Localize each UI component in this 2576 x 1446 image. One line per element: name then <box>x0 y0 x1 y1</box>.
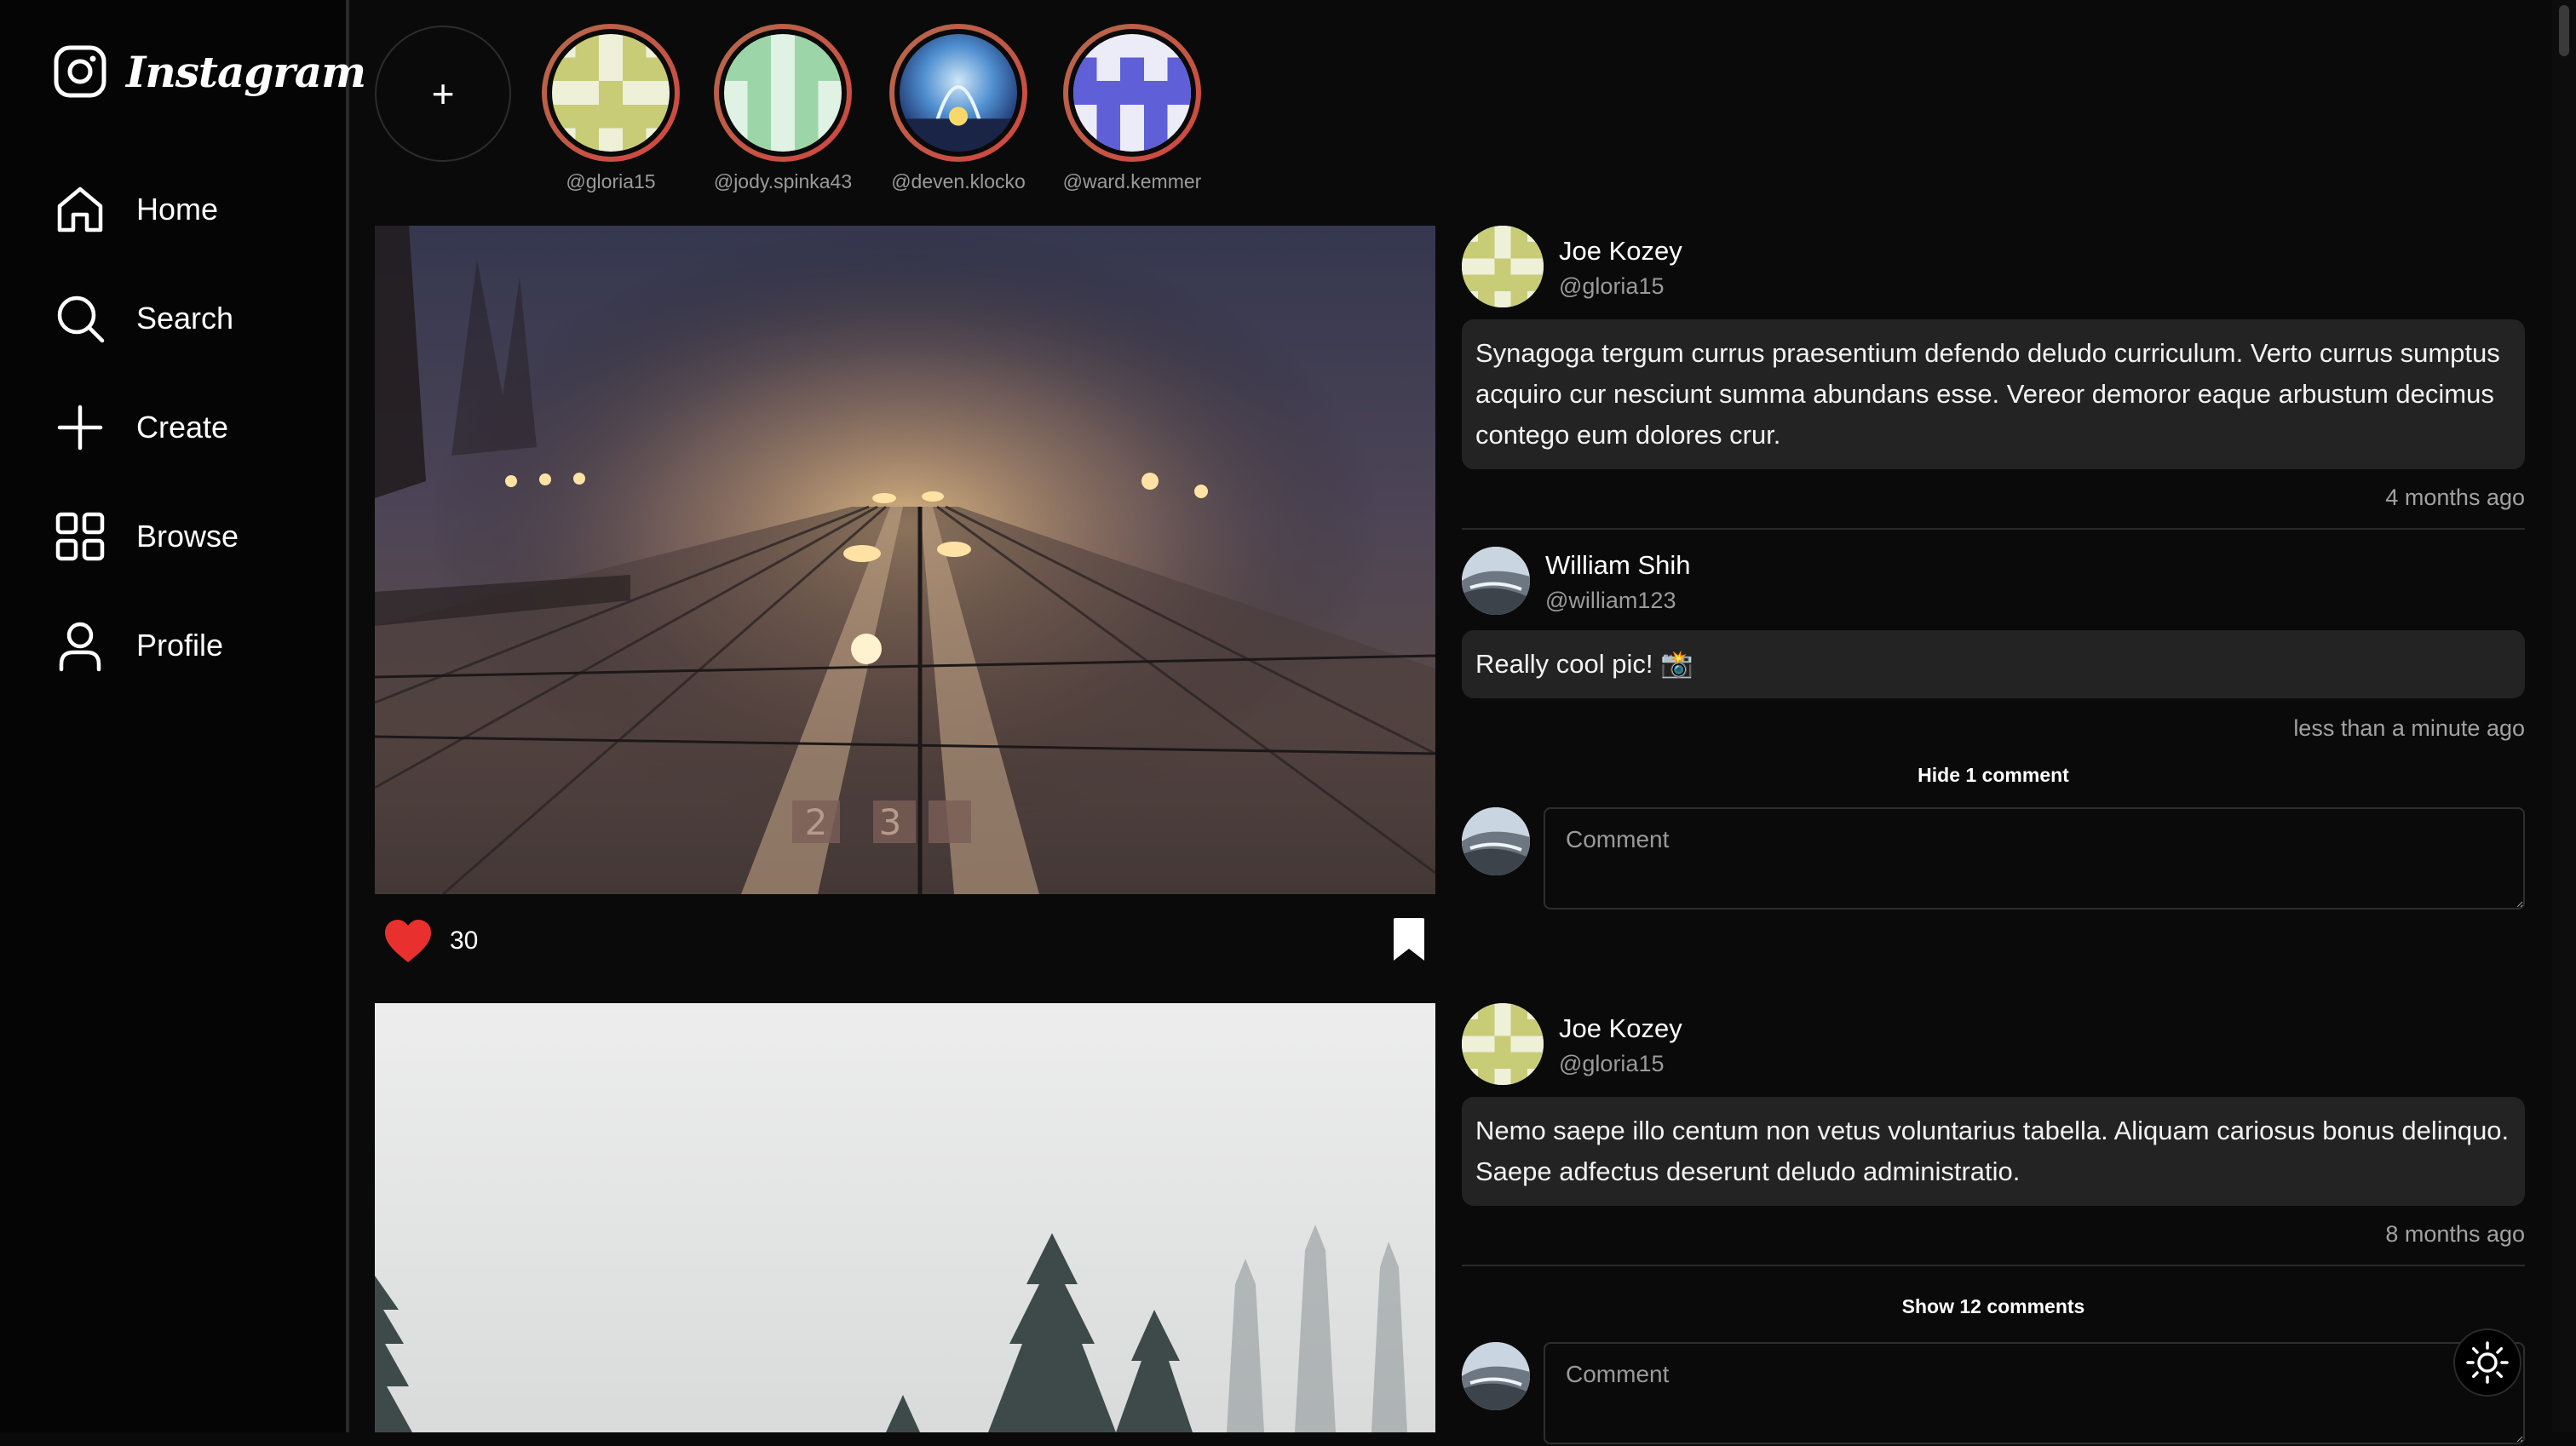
comment-input[interactable] <box>1544 807 2525 909</box>
sidebar-item-browse[interactable]: Browse <box>53 482 239 591</box>
toggle-comments-button[interactable]: Hide 1 comment <box>1462 764 2525 787</box>
instagram-glyph-icon <box>54 45 106 98</box>
post-photo[interactable]: 2 3 <box>375 226 1435 894</box>
story-ring <box>1063 24 1201 162</box>
sidebar: Instagram Home Search Create Browse Prof… <box>0 0 366 1432</box>
author-handle: @william123 <box>1545 588 1676 613</box>
story-ring <box>542 24 680 162</box>
sidebar-item-label: Browse <box>136 519 239 554</box>
sidebar-item-label: Profile <box>136 628 224 663</box>
instagram-logo[interactable]: Instagram <box>53 44 366 99</box>
post-timestamp: 4 months ago <box>2385 485 2525 510</box>
sun-icon <box>2466 1341 2509 1384</box>
divider <box>1462 1265 2525 1266</box>
comment-text: Really cool pic! 📸 <box>1462 630 2525 698</box>
svg-text:3: 3 <box>879 801 902 843</box>
comment-composer <box>1462 1342 2525 1446</box>
author-handle: @gloria15 <box>1559 273 1665 299</box>
story-item[interactable]: @deven.klocko <box>869 24 1048 193</box>
add-story-label: + <box>431 72 455 116</box>
post-comments-panel: Joe Kozey @gloria15 Synagoga tergum curr… <box>1462 226 2525 911</box>
author-name: Joe Kozey <box>1559 1013 1682 1043</box>
story-avatar <box>900 34 1017 152</box>
post-photo[interactable] <box>375 1003 1435 1432</box>
post-author[interactable]: Joe Kozey @gloria15 <box>1462 226 2525 311</box>
sidebar-nav: Home Search Create Browse Profile <box>53 155 239 700</box>
svg-text:2: 2 <box>805 801 828 843</box>
user-icon <box>59 622 101 672</box>
logo-text: Instagram <box>126 46 366 97</box>
author-name: Joe Kozey <box>1559 236 1682 266</box>
avatar <box>1462 807 1530 875</box>
sidebar-item-search[interactable]: Search <box>53 264 239 373</box>
author-name: William Shih <box>1545 550 1691 580</box>
avatar <box>1462 1003 1544 1085</box>
story-handle: @deven.klocko <box>891 170 1026 192</box>
sidebar-item-label: Create <box>136 410 229 445</box>
avatar <box>1462 1342 1530 1410</box>
post-caption: Nemo saepe illo centum non vetus volunta… <box>1462 1097 2525 1206</box>
scrollbar-thumb[interactable] <box>2559 5 2569 56</box>
add-story-button[interactable]: + <box>375 26 511 162</box>
story-item[interactable]: @ward.kemmer <box>1043 24 1222 193</box>
sidebar-item-label: Search <box>136 301 234 336</box>
story-avatar <box>552 34 670 152</box>
comment-timestamp: less than a minute ago <box>2293 715 2525 741</box>
story-handle: @gloria15 <box>566 170 656 192</box>
story-handle: @ward.kemmer <box>1062 170 1202 192</box>
theme-toggle-button[interactable] <box>2453 1328 2521 1397</box>
author-handle: @gloria15 <box>1559 1051 1665 1076</box>
avatar <box>1462 547 1530 615</box>
page-scrollbar[interactable] <box>2552 0 2576 1432</box>
divider <box>1462 528 2525 530</box>
comment-input[interactable] <box>1544 1342 2525 1444</box>
story-item[interactable]: @gloria15 <box>521 24 700 193</box>
post-author[interactable]: Joe Kozey @gloria15 <box>1462 1003 2525 1088</box>
sidebar-item-create[interactable]: Create <box>53 373 239 482</box>
comment-composer <box>1462 807 2525 911</box>
story-item[interactable]: @jody.spinka43 <box>693 24 872 193</box>
plus-icon <box>57 405 103 450</box>
avatar <box>1462 226 1544 307</box>
grid-icon <box>55 512 105 561</box>
post-caption: Synagoga tergum currus praesentium defen… <box>1462 319 2525 469</box>
sidebar-item-home[interactable]: Home <box>53 155 239 264</box>
home-icon <box>57 186 103 232</box>
story-ring <box>714 24 852 162</box>
sidebar-item-label: Home <box>136 192 219 227</box>
story-ring <box>889 24 1027 162</box>
search-icon <box>57 296 105 343</box>
like-count: 30 <box>450 927 479 955</box>
post-timestamp: 8 months ago <box>2385 1221 2525 1247</box>
toggle-comments-button[interactable]: Show 12 comments <box>1462 1295 2525 1318</box>
story-handle: @jody.spinka43 <box>713 170 853 192</box>
comment-author[interactable]: William Shih @william123 <box>1462 547 2525 618</box>
bookmark-icon[interactable] <box>1391 916 1427 967</box>
sidebar-item-profile[interactable]: Profile <box>53 591 239 700</box>
heart-icon[interactable] <box>383 918 433 968</box>
story-avatar <box>724 34 842 152</box>
post-comments-panel: Joe Kozey @gloria15 Nemo saepe illo cent… <box>1462 1003 2525 1446</box>
post-actions: 30 <box>383 915 1435 969</box>
story-avatar <box>1073 34 1191 152</box>
